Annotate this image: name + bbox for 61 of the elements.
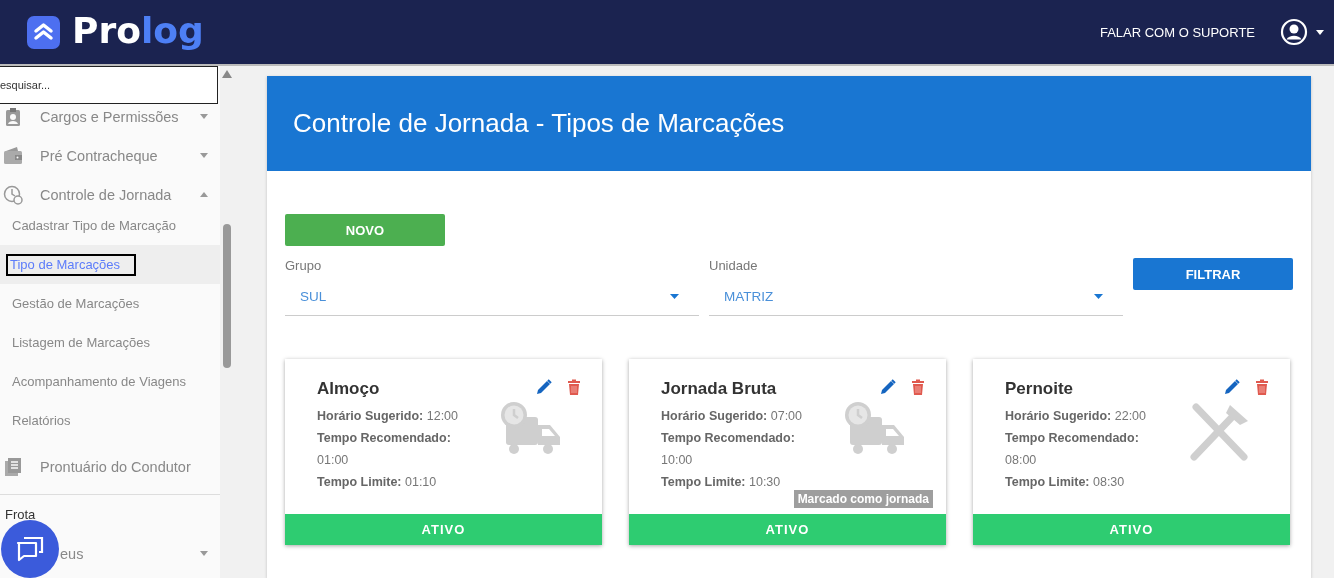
- menu-item[interactable]: eus: [60, 545, 200, 562]
- filter-button[interactable]: FILTRAR: [1133, 258, 1293, 290]
- delete-trash-icon[interactable]: [910, 379, 926, 395]
- scroll-up-icon[interactable]: [222, 70, 232, 78]
- status-bar: ATIVO: [285, 514, 602, 545]
- chat-icon: [15, 535, 45, 563]
- caret-icon[interactable]: [1316, 29, 1324, 35]
- edit-pencil-icon[interactable]: [880, 379, 896, 395]
- expand-caret-icon[interactable]: [200, 114, 208, 119]
- status-bar: ATIVO: [973, 514, 1290, 545]
- card-field: Horário Sugerido: 22:00: [1005, 405, 1155, 427]
- card-title: Pernoite: [1005, 379, 1075, 399]
- search-field[interactable]: esquisar...: [0, 66, 218, 104]
- submenu-item[interactable]: Acompanhamento de Viagens: [12, 373, 186, 390]
- menu-item[interactable]: Controle de Jornada: [40, 186, 200, 203]
- user-avatar-icon[interactable]: [1280, 18, 1308, 46]
- submenu-item[interactable]: Gestão de Marcações: [12, 295, 140, 312]
- logo-wordmark: Prolog: [72, 9, 204, 51]
- card-field: Tempo Recomendado: 10:00: [661, 427, 811, 471]
- clock-icon: [3, 184, 23, 205]
- delete-trash-icon[interactable]: [1254, 379, 1270, 395]
- card-title: Jornada Bruta: [661, 379, 778, 399]
- support-link[interactable]: FALAR COM O SUPORTE: [1099, 24, 1255, 40]
- section-heading: Frota: [5, 507, 36, 522]
- submenu-item[interactable]: Cadastrar Tipo de Marcação: [12, 217, 177, 234]
- card-title: Almoço: [317, 379, 381, 399]
- card-field: Horário Sugerido: 07:00: [661, 405, 811, 427]
- collapse-caret-icon[interactable]: [200, 192, 208, 197]
- menu-item[interactable]: Pré Contracheque: [40, 147, 200, 164]
- card-field: Tempo Recomendado: 08:00: [1005, 427, 1155, 471]
- new-button[interactable]: NOVO: [285, 214, 445, 246]
- card-field: Tempo Limite: 10:30: [661, 471, 811, 493]
- scrollbar[interactable]: [220, 66, 234, 578]
- wallet-icon: [3, 145, 23, 166]
- menu-item[interactable]: Cargos e Permissões: [40, 108, 200, 125]
- card-field: Tempo Limite: 08:30: [1005, 471, 1155, 493]
- page-title: Controle de Jornada - Tipos de Marcações: [293, 108, 785, 139]
- edit-pencil-icon[interactable]: [536, 379, 552, 395]
- select-field[interactable]: SUL: [285, 278, 699, 316]
- status-bar: ATIVO: [629, 514, 946, 545]
- submenu-item[interactable]: Tipo de Marcações: [6, 253, 137, 276]
- select-field[interactable]: MATRIZ: [709, 278, 1123, 316]
- delete-trash-icon[interactable]: [566, 379, 582, 395]
- dropdown-caret-icon: [1094, 294, 1103, 299]
- logo-icon: [27, 15, 60, 49]
- journey-tag: Marcado como jornada: [793, 490, 933, 508]
- expand-caret-icon[interactable]: [200, 551, 208, 556]
- submenu-item[interactable]: Relatórios: [12, 412, 71, 429]
- card-field: Tempo Recomendado: 01:00: [317, 427, 467, 471]
- dropdown-caret-icon: [670, 294, 679, 299]
- scrollbar-thumb[interactable]: [223, 224, 231, 368]
- card-field: Horário Sugerido: 12:00: [317, 405, 467, 427]
- field-label: Grupo: [285, 258, 323, 275]
- menu-item[interactable]: Prontuário do Condutor: [40, 458, 208, 475]
- submenu-item[interactable]: Listagem de Marcações: [12, 334, 150, 351]
- edit-pencil-icon[interactable]: [1224, 379, 1240, 395]
- expand-caret-icon[interactable]: [200, 153, 208, 158]
- card-field: Tempo Limite: 01:10: [317, 471, 467, 493]
- field-label: Unidade: [709, 258, 759, 275]
- documents-icon: [3, 456, 23, 477]
- id-badge-icon: [3, 106, 23, 127]
